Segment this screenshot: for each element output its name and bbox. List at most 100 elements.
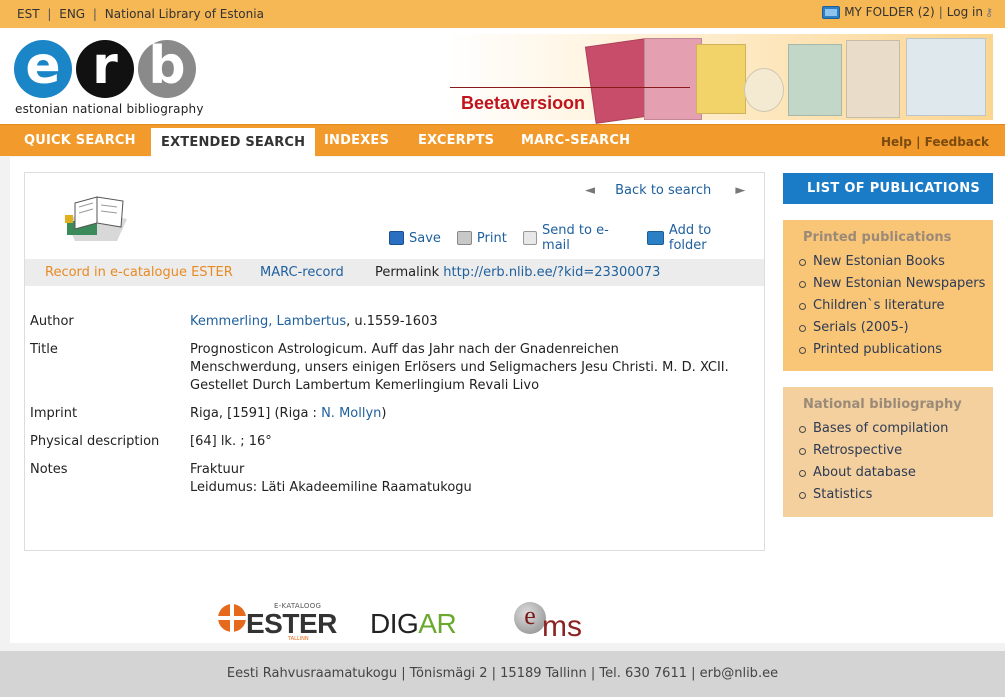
- library-link[interactable]: National Library of Estonia: [105, 7, 264, 21]
- list-item-label: New Estonian Books: [813, 254, 945, 269]
- logo-letter-b: b: [138, 40, 196, 98]
- ester-cross-icon: [218, 604, 246, 632]
- imprint-text: ): [381, 406, 387, 421]
- header-banner: Beetaversioon: [448, 34, 993, 124]
- previous-record-arrow[interactable]: ◄: [585, 183, 595, 198]
- lang-eng-link[interactable]: ENG: [59, 7, 85, 21]
- lang-est-link[interactable]: EST: [17, 7, 40, 21]
- printed-publications-box: Printed publications New Estonian Books …: [783, 220, 993, 371]
- add-to-folder-button[interactable]: Add to folder: [646, 223, 748, 253]
- print-button[interactable]: Print: [456, 223, 507, 253]
- list-item[interactable]: Statistics: [799, 484, 993, 506]
- author-link[interactable]: Kemmerling, Lambertus: [190, 314, 346, 329]
- field-row-author: Author Kemmerling, Lambertus, u.1559-160…: [30, 313, 750, 331]
- bullet-icon: [799, 425, 806, 433]
- field-label: Notes: [30, 462, 68, 477]
- field-row-notes: Notes Fraktuur Leidumus: Läti Akadeemili…: [30, 461, 750, 497]
- separator: |: [916, 135, 925, 149]
- tab-quick-search[interactable]: QUICK SEARCH: [24, 125, 136, 157]
- book-icon: [61, 189, 131, 245]
- next-record-arrow[interactable]: ►: [735, 183, 745, 198]
- list-item-label: Bases of compilation: [813, 421, 949, 436]
- notes-line: Leidumus: Läti Akadeemiline Raamatukogu: [190, 480, 472, 495]
- tab-extended-search[interactable]: EXTENDED SEARCH: [151, 128, 316, 157]
- list-item-label: Retrospective: [813, 443, 903, 458]
- send-email-button[interactable]: Send to e-mail: [522, 223, 631, 253]
- banner-book-image: [696, 44, 746, 114]
- record-link-bar: Record in e-catalogue ESTER MARC-record …: [25, 259, 764, 286]
- notes-line: Fraktuur: [190, 462, 245, 477]
- list-item[interactable]: About database: [799, 462, 993, 484]
- ems-logo[interactable]: e ms: [514, 602, 604, 644]
- login-link[interactable]: Log in: [947, 5, 983, 19]
- key-icon: ⚷: [984, 5, 993, 19]
- marc-record-link[interactable]: MARC-record: [260, 265, 344, 280]
- top-utility-bar: EST | ENG | National Library of Estonia …: [0, 0, 1005, 28]
- banner-book-image: [906, 38, 986, 116]
- list-item[interactable]: Serials (2005-): [799, 317, 993, 339]
- bullet-icon: [799, 302, 806, 310]
- record-navigation: ◄ Back to search ►: [585, 183, 745, 198]
- list-item[interactable]: Children`s literature: [799, 295, 993, 317]
- permalink-url[interactable]: http://erb.nlib.ee/?kid=23300073: [443, 265, 660, 280]
- banner-rule: [450, 87, 690, 88]
- imprint-text: Riga, [1591] (Riga :: [190, 406, 322, 421]
- folder-icon: [822, 5, 841, 19]
- digar-logo[interactable]: DIGAR: [370, 608, 457, 640]
- list-item[interactable]: New Estonian Newspapers: [799, 273, 993, 295]
- bullet-icon: [799, 280, 806, 288]
- permalink: Permalink http://erb.nlib.ee/?kid=233000…: [375, 265, 660, 280]
- permalink-label: Permalink: [375, 265, 440, 280]
- printed-publications-heading: Printed publications: [803, 230, 952, 245]
- list-item[interactable]: Printed publications: [799, 339, 993, 361]
- partner-logos: E-KATALOOG ESTER TALLINN DIGAR e ms: [218, 600, 608, 644]
- email-icon: [522, 231, 538, 245]
- ester-logo[interactable]: E-KATALOOG ESTER TALLINN: [218, 602, 337, 642]
- field-value: Fraktuur Leidumus: Läti Akadeemiline Raa…: [190, 461, 730, 497]
- erb-logo[interactable]: e r b estonian national bibliography: [14, 40, 203, 120]
- field-label: Title: [30, 342, 58, 357]
- tab-indexes[interactable]: INDEXES: [324, 125, 389, 157]
- print-icon: [456, 231, 472, 245]
- feedback-link[interactable]: Feedback: [925, 135, 989, 149]
- national-bibliography-box: National bibliography Bases of compilati…: [783, 387, 993, 517]
- field-row-imprint: Imprint Riga, [1591] (Riga : N. Mollyn): [30, 405, 750, 423]
- author-dates: , u.1559-1603: [346, 314, 438, 329]
- logo-tagline: estonian national bibliography: [15, 102, 204, 116]
- folder-icon: [646, 231, 664, 245]
- publisher-link[interactable]: N. Mollyn: [321, 406, 381, 421]
- my-folder-link[interactable]: MY FOLDER (2): [844, 5, 935, 19]
- tab-excerpts[interactable]: EXCERPTS: [418, 125, 494, 157]
- field-row-title: Title Prognosticon Astrologicum. Auff da…: [30, 341, 750, 395]
- send-email-label: Send to e-mail: [542, 223, 609, 253]
- help-link[interactable]: Help: [881, 135, 912, 149]
- list-of-publications-button[interactable]: LIST OF PUBLICATIONS: [783, 173, 993, 204]
- back-to-search-link[interactable]: Back to search: [615, 183, 711, 198]
- banner-book-image: [644, 38, 702, 120]
- field-value: Kemmerling, Lambertus, u.1559-1603: [190, 313, 730, 331]
- list-item[interactable]: Bases of compilation: [799, 418, 993, 440]
- list-item-label: Printed publications: [813, 342, 943, 357]
- language-links: EST | ENG | National Library of Estonia: [17, 7, 264, 21]
- field-value: Prognosticon Astrologicum. Auff das Jahr…: [190, 342, 729, 393]
- list-item[interactable]: New Estonian Books: [799, 251, 993, 273]
- save-button[interactable]: Save: [389, 223, 441, 253]
- national-bibliography-heading: National bibliography: [803, 397, 962, 412]
- field-value: Riga, [1591] (Riga : N. Mollyn): [190, 405, 730, 423]
- main-nav: QUICK SEARCH EXTENDED SEARCH INDEXES EXC…: [0, 124, 1005, 159]
- field-label: Physical description: [30, 434, 160, 449]
- digar-wordmark-dark: DIG: [370, 608, 419, 639]
- print-label: Print: [476, 230, 507, 246]
- bullet-icon: [799, 346, 806, 354]
- banner-book-image: [744, 68, 784, 112]
- record-fields: Author Kemmerling, Lambertus, u.1559-160…: [30, 313, 750, 507]
- list-item-label: Statistics: [813, 487, 873, 502]
- list-item[interactable]: Retrospective: [799, 440, 993, 462]
- tab-marc-search[interactable]: MARC-SEARCH: [521, 125, 630, 157]
- banner-book-image: [846, 40, 900, 118]
- bullet-icon: [799, 324, 806, 332]
- banner-book-image: [788, 44, 842, 116]
- help-feedback: Help | Feedback: [881, 125, 989, 159]
- add-folder-label: Add to folder: [668, 223, 712, 253]
- ester-record-link[interactable]: Record in e-catalogue ESTER: [45, 265, 233, 280]
